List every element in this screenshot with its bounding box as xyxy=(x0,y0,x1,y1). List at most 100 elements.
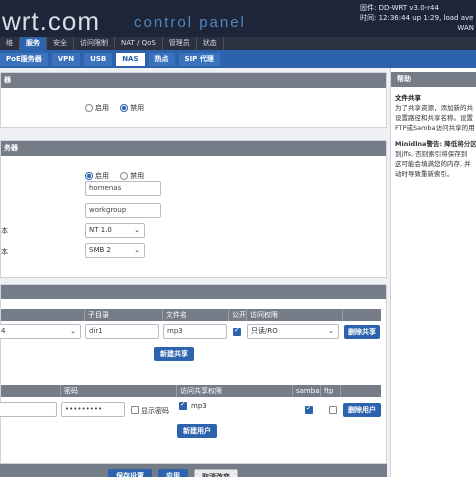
radio-label: 禁用 xyxy=(130,172,145,180)
delete-share-button[interactable]: 删除共享 xyxy=(344,325,380,339)
username-input[interactable] xyxy=(0,402,57,417)
samba-server-panel: 务器 启用 禁用 homenas workgroup 本 NT 1.0 ⌄ 本 S… xyxy=(0,140,387,278)
share-public-checkbox[interactable] xyxy=(233,326,241,336)
help-sidebar: 帮助 文件共享 为了共享资源，添加新的共 设置路径和共享名称。设置 FTP或Sa… xyxy=(390,68,476,477)
panel-title xyxy=(1,285,386,299)
radio-dot xyxy=(120,172,129,180)
radio-label: 启用 xyxy=(95,104,109,112)
ftp-enable-radio[interactable]: 启用 xyxy=(85,103,109,113)
share-path-select[interactable]: 4 ⌄ xyxy=(0,324,81,339)
help-file-sharing-title: 文件共享 xyxy=(395,94,421,102)
radio-label: 禁用 xyxy=(130,104,145,112)
col-user-shares: 访问共享权限 xyxy=(177,385,293,397)
radio-dot xyxy=(120,104,129,112)
samba-enable-radio[interactable]: 启用 xyxy=(85,171,109,181)
col-public: 公开 xyxy=(229,309,247,321)
subtab-nas[interactable]: NAS xyxy=(116,53,145,66)
subtab-sip-proxy[interactable]: SIP 代理 xyxy=(178,53,220,66)
sub-nav: PoE服务器 VPN USB NAS 热点 SIP 代理 xyxy=(0,50,476,68)
col-password: 密码 xyxy=(61,385,177,397)
user-row: ••••••••• 显示密码 mp3 删除用户 xyxy=(0,399,385,421)
subtab-hotspot[interactable]: 热点 xyxy=(148,53,175,66)
col-user-action xyxy=(341,385,381,397)
share-access-select[interactable]: 只读/RO ⌄ xyxy=(247,324,339,339)
col-samba: samba xyxy=(293,385,321,397)
user-share-checkbox[interactable] xyxy=(179,400,187,410)
cancel-button[interactable]: 取消改变 xyxy=(194,469,238,477)
main-nav: 络 服务 安全 访问限制 NAT / QoS 管理员 状态 xyxy=(0,37,476,50)
min-protocol-select[interactable]: NT 1.0 ⌄ xyxy=(85,223,145,238)
samba-checkbox[interactable] xyxy=(305,404,313,414)
wan-line: WAN xyxy=(457,24,474,32)
col-action xyxy=(343,309,381,321)
ftp-radio-group: 启用 禁用 xyxy=(85,97,150,116)
router-control-panel: wrt.com control panel 固件: DD-WRT v3.0-r4… xyxy=(0,0,476,477)
min-protocol-label: 本 xyxy=(1,227,8,235)
chevron-down-icon: ⌄ xyxy=(134,246,140,254)
save-button[interactable]: 保存设置 xyxy=(108,469,152,477)
main-content: 器 启用 禁用 务器 启用 禁用 homenas workgroup 本 NT … xyxy=(0,68,390,477)
shares-panel: 子目录 文件名 公开 访问权限 4⌄ dir1 mp3 只读/RO⌄ 删除共享 … xyxy=(0,284,387,464)
status-info: 固件: DD-WRT v3.0-r44 时间: 12:36:44 up 1:29… xyxy=(360,3,474,33)
subtab-vpn[interactable]: VPN xyxy=(51,53,81,66)
subtab-pppoe-server[interactable]: PoE服务器 xyxy=(0,53,48,66)
apply-button[interactable]: 应用 xyxy=(158,469,188,477)
logo-text: wrt.com xyxy=(2,6,100,36)
add-user-button[interactable]: 新建用户 xyxy=(177,424,217,438)
help-text-line: 这可能会填满您的内存, 并 xyxy=(395,160,471,168)
firmware-line: 固件: DD-WRT v3.0-r44 xyxy=(360,4,439,12)
add-share-button[interactable]: 新建共享 xyxy=(154,347,194,361)
show-password-checkbox[interactable] xyxy=(131,406,139,414)
header-subtitle: control panel xyxy=(134,14,246,31)
help-text-line: 动时导致重新索引。 xyxy=(395,170,454,178)
logo: wrt.com xyxy=(2,6,100,37)
server-string-input[interactable]: homenas xyxy=(85,181,161,196)
radio-label: 启用 xyxy=(95,172,109,180)
help-text-line: Minidlna警告: 降低将分区 xyxy=(395,140,476,148)
help-text-line: 到jffs, 否则索引将保存到 xyxy=(395,150,468,158)
ftp-disable-radio[interactable]: 禁用 xyxy=(120,103,144,113)
max-protocol-label: 本 xyxy=(1,248,8,256)
tab-administration[interactable]: 管理员 xyxy=(163,37,197,50)
samba-disable-radio[interactable]: 禁用 xyxy=(120,171,144,181)
ftp-checkbox[interactable] xyxy=(329,406,337,414)
shares-table-header: 子目录 文件名 公开 访问权限 xyxy=(1,309,381,321)
col-name: 文件名 xyxy=(163,309,229,321)
select-value: 只读/RO xyxy=(251,327,278,335)
workgroup-input[interactable]: workgroup xyxy=(85,203,161,218)
radio-dot xyxy=(85,172,93,180)
uptime-line: 时间: 12:36:44 up 1:29, load averag xyxy=(360,14,474,22)
chevron-down-icon: ⌄ xyxy=(134,226,140,234)
col-ftp: ftp xyxy=(321,385,341,397)
delete-user-button[interactable]: 删除用户 xyxy=(343,403,381,417)
col-path xyxy=(1,309,85,321)
share-subdir-input[interactable]: dir1 xyxy=(85,324,159,339)
col-username xyxy=(1,385,61,397)
share-name-input[interactable]: mp3 xyxy=(163,324,227,339)
col-subdir: 子目录 xyxy=(85,309,163,321)
ftp-server-panel: 器 启用 禁用 xyxy=(0,72,387,128)
tab-network[interactable]: 络 xyxy=(0,37,20,50)
help-text-line: 设置路径和共享名称。设置 xyxy=(395,114,473,122)
help-body: 文件共享 为了共享资源，添加新的共 设置路径和共享名称。设置 FTP或Samba… xyxy=(391,87,476,207)
tab-access-restrictions[interactable]: 访问限制 xyxy=(74,37,115,50)
col-access: 访问权限 xyxy=(247,309,343,321)
select-value: 4 xyxy=(1,327,6,335)
header: wrt.com control panel 固件: DD-WRT v3.0-r4… xyxy=(0,0,476,37)
help-text-line: FTP或Samba访问共享的用 xyxy=(395,124,475,132)
tab-services[interactable]: 服务 xyxy=(20,37,47,50)
subtab-usb[interactable]: USB xyxy=(84,53,113,66)
users-table-header: 密码 访问共享权限 samba ftp xyxy=(1,385,381,397)
tab-nat-qos[interactable]: NAT / QoS xyxy=(115,37,163,50)
select-value: SMB 2 xyxy=(89,246,111,254)
max-protocol-select[interactable]: SMB 2 ⌄ xyxy=(85,243,145,258)
password-input[interactable]: ••••••••• xyxy=(61,402,125,417)
panel-title: 器 xyxy=(1,73,386,88)
select-value: NT 1.0 xyxy=(89,226,112,234)
tab-status[interactable]: 状态 xyxy=(197,37,224,50)
user-share-label: mp3 xyxy=(191,402,207,410)
help-title: 帮助 xyxy=(391,72,476,87)
tab-security[interactable]: 安全 xyxy=(47,37,74,50)
panel-title: 务器 xyxy=(1,141,386,156)
chevron-down-icon: ⌄ xyxy=(328,327,334,335)
